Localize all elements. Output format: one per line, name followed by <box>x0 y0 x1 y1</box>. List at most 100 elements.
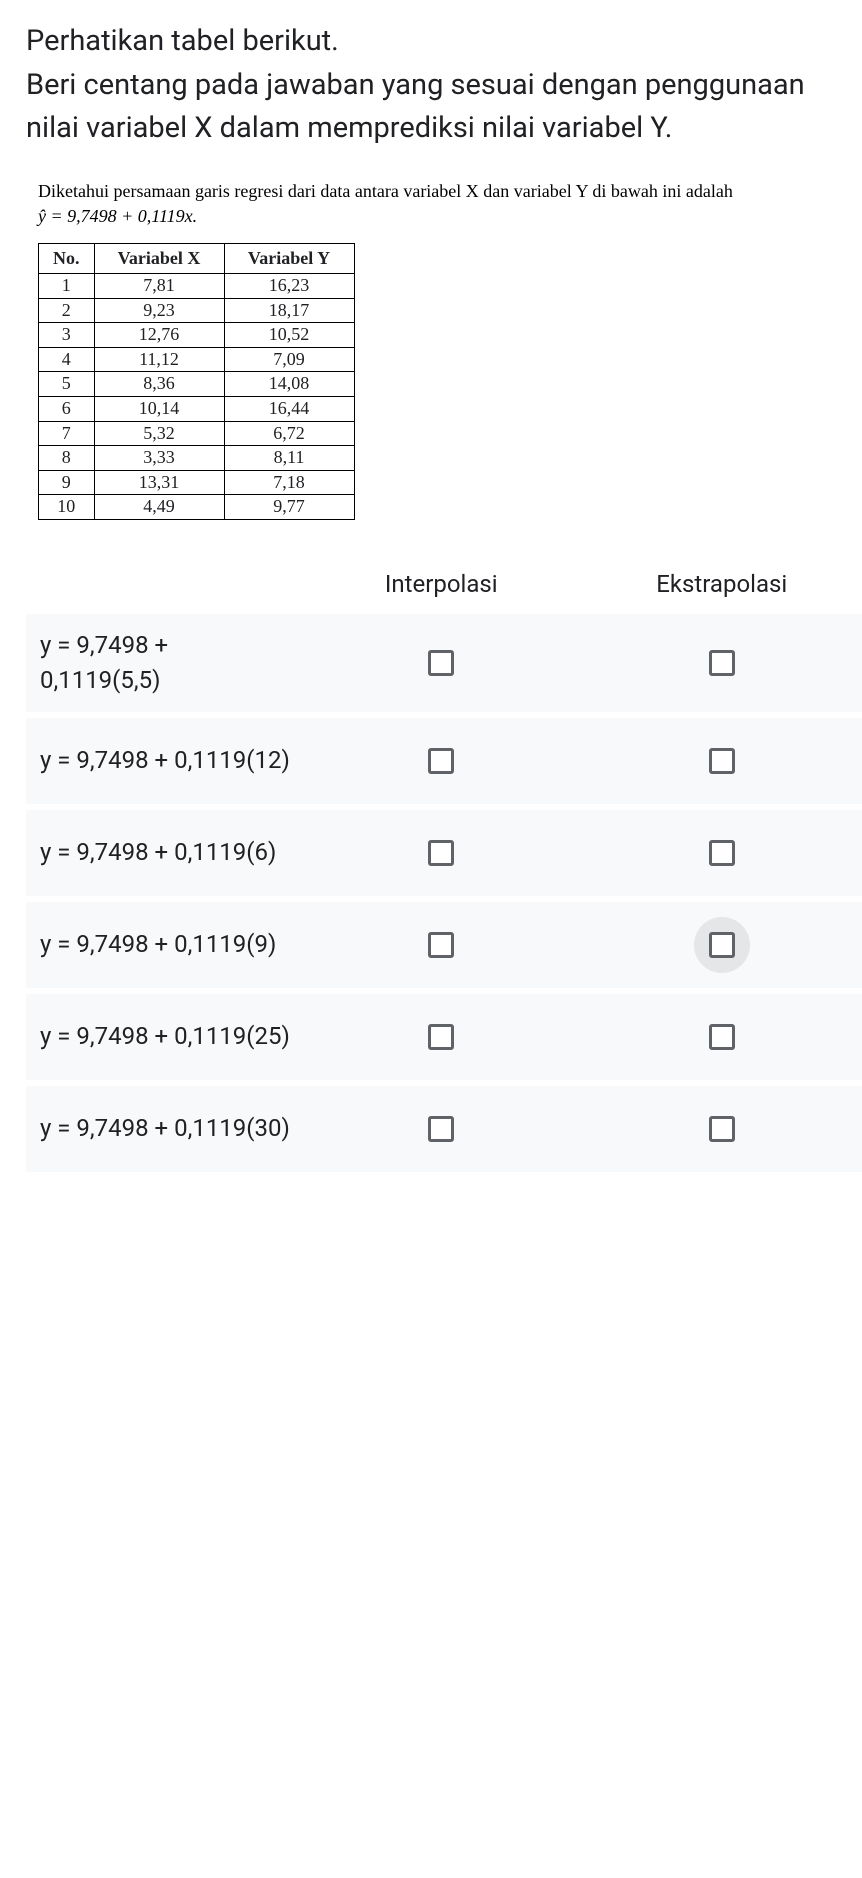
cell-no: 4 <box>39 347 95 372</box>
table-row: 411,127,09 <box>39 347 355 372</box>
cell-no: 1 <box>39 274 95 299</box>
checkbox-interpolasi[interactable] <box>413 1101 469 1157</box>
checkbox-cell-interpolasi <box>301 825 582 881</box>
cell-no: 10 <box>39 495 95 520</box>
checkbox-cell-ekstrapolasi <box>582 917 862 973</box>
cell-x: 5,32 <box>94 421 224 446</box>
cell-x: 3,33 <box>94 446 224 471</box>
checkbox-icon <box>428 840 454 866</box>
answer-row-label: y = 9,7498 + 0,1119(9) <box>40 927 301 962</box>
checkbox-ekstrapolasi[interactable] <box>694 825 750 881</box>
answer-row-label: y = 9,7498 + 0,1119(25) <box>40 1019 301 1054</box>
checkbox-interpolasi[interactable] <box>413 825 469 881</box>
answer-row-label: y = 9,7498 + 0,1119(5,5) <box>40 628 301 698</box>
cell-y: 18,17 <box>224 298 354 323</box>
table-row: 58,3614,08 <box>39 372 355 397</box>
checkbox-cell-ekstrapolasi <box>582 1009 862 1065</box>
cell-no: 7 <box>39 421 95 446</box>
cell-y: 8,11 <box>224 446 354 471</box>
checkbox-icon <box>428 650 454 676</box>
table-header-row: No. Variabel X Variabel Y <box>39 243 355 274</box>
cell-y: 16,44 <box>224 397 354 422</box>
answer-section: Interpolasi Ekstrapolasi y = 9,7498 + 0,… <box>0 570 862 1172</box>
cell-y: 6,72 <box>224 421 354 446</box>
checkbox-icon <box>428 748 454 774</box>
cell-y: 10,52 <box>224 323 354 348</box>
checkbox-icon <box>709 932 735 958</box>
answer-row-label: y = 9,7498 + 0,1119(6) <box>40 835 301 870</box>
table-row: 610,1416,44 <box>39 397 355 422</box>
checkbox-icon <box>709 1024 735 1050</box>
checkbox-interpolasi[interactable] <box>413 733 469 789</box>
table-row: 17,8116,23 <box>39 274 355 299</box>
column-header-interpolasi: Interpolasi <box>301 570 582 598</box>
answer-header-empty <box>26 570 301 598</box>
checkbox-ekstrapolasi[interactable] <box>694 917 750 973</box>
checkbox-icon <box>709 840 735 866</box>
answer-row: y = 9,7498 + 0,1119(6) <box>26 810 862 896</box>
cell-x: 9,23 <box>94 298 224 323</box>
table-header-y: Variabel Y <box>224 243 354 274</box>
table-header-x: Variabel X <box>94 243 224 274</box>
answer-row: y = 9,7498 + 0,1119(12) <box>26 718 862 804</box>
cell-y: 16,23 <box>224 274 354 299</box>
checkbox-cell-ekstrapolasi <box>582 635 862 691</box>
checkbox-icon <box>428 1116 454 1142</box>
cell-y: 9,77 <box>224 495 354 520</box>
table-row: 913,317,18 <box>39 470 355 495</box>
checkbox-cell-ekstrapolasi <box>582 733 862 789</box>
answer-row: y = 9,7498 + 0,1119(5,5) <box>26 614 862 712</box>
cell-no: 6 <box>39 397 95 422</box>
checkbox-interpolasi[interactable] <box>413 635 469 691</box>
cell-x: 4,49 <box>94 495 224 520</box>
regression-equation: ŷ = 9,7498 + 0,1119x. <box>38 206 824 227</box>
checkbox-cell-ekstrapolasi <box>582 825 862 881</box>
table-header-no: No. <box>39 243 95 274</box>
checkbox-cell-interpolasi <box>301 733 582 789</box>
cell-no: 9 <box>39 470 95 495</box>
table-row: 75,326,72 <box>39 421 355 446</box>
cell-x: 12,76 <box>94 323 224 348</box>
checkbox-cell-interpolasi <box>301 1101 582 1157</box>
question-text: Perhatikan tabel berikut.Beri centang pa… <box>0 0 862 171</box>
checkbox-icon <box>709 748 735 774</box>
checkbox-interpolasi[interactable] <box>413 1009 469 1065</box>
cell-no: 8 <box>39 446 95 471</box>
cell-x: 7,81 <box>94 274 224 299</box>
cell-y: 7,18 <box>224 470 354 495</box>
column-header-ekstrapolasi: Ekstrapolasi <box>582 570 862 598</box>
checkbox-icon <box>709 1116 735 1142</box>
checkbox-icon <box>428 932 454 958</box>
cell-y: 14,08 <box>224 372 354 397</box>
answer-row: y = 9,7498 + 0,1119(9) <box>26 902 862 988</box>
regression-info: Diketahui persamaan garis regresi dari d… <box>0 171 862 237</box>
cell-x: 8,36 <box>94 372 224 397</box>
checkbox-icon <box>709 650 735 676</box>
cell-x: 11,12 <box>94 347 224 372</box>
cell-no: 2 <box>39 298 95 323</box>
cell-no: 5 <box>39 372 95 397</box>
table-row: 312,7610,52 <box>39 323 355 348</box>
answer-header-row: Interpolasi Ekstrapolasi <box>0 570 862 614</box>
checkbox-interpolasi[interactable] <box>413 917 469 973</box>
checkbox-icon <box>428 1024 454 1050</box>
table-row: 83,338,11 <box>39 446 355 471</box>
checkbox-cell-interpolasi <box>301 1009 582 1065</box>
checkbox-cell-interpolasi <box>301 917 582 973</box>
answer-row-label: y = 9,7498 + 0,1119(12) <box>40 743 301 778</box>
cell-x: 13,31 <box>94 470 224 495</box>
checkbox-cell-ekstrapolasi <box>582 1101 862 1157</box>
data-table: No. Variabel X Variabel Y 17,8116,2329,2… <box>38 243 355 521</box>
answer-row: y = 9,7498 + 0,1119(30) <box>26 1086 862 1172</box>
checkbox-ekstrapolasi[interactable] <box>694 1101 750 1157</box>
table-row: 29,2318,17 <box>39 298 355 323</box>
regression-intro: Diketahui persamaan garis regresi dari d… <box>38 181 824 202</box>
cell-no: 3 <box>39 323 95 348</box>
checkbox-ekstrapolasi[interactable] <box>694 635 750 691</box>
answer-row: y = 9,7498 + 0,1119(25) <box>26 994 862 1080</box>
checkbox-ekstrapolasi[interactable] <box>694 733 750 789</box>
checkbox-cell-interpolasi <box>301 635 582 691</box>
cell-y: 7,09 <box>224 347 354 372</box>
checkbox-ekstrapolasi[interactable] <box>694 1009 750 1065</box>
answer-row-label: y = 9,7498 + 0,1119(30) <box>40 1111 301 1146</box>
